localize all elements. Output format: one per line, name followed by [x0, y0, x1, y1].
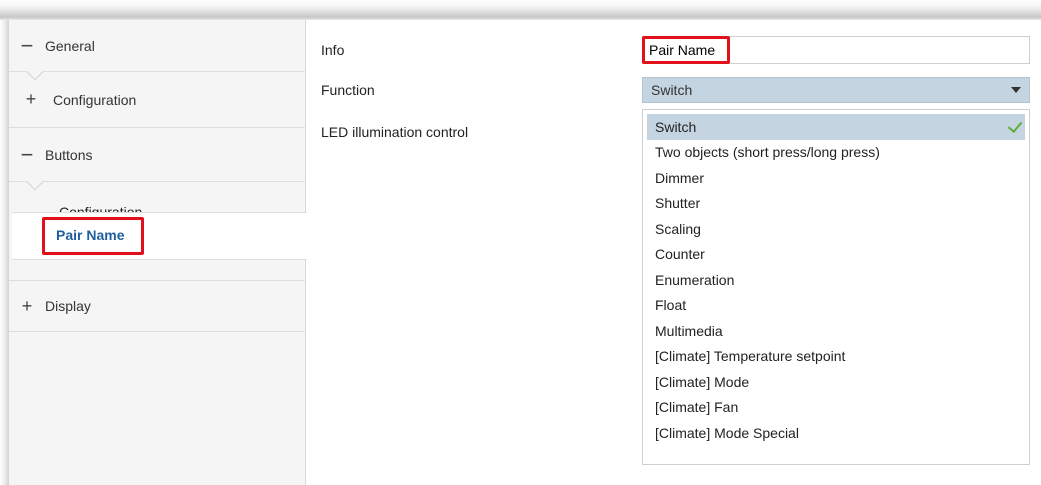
- function-option[interactable]: Shutter: [647, 191, 1025, 217]
- tree-item-buttons[interactable]: − Buttons: [9, 128, 306, 182]
- collapse-icon[interactable]: −: [9, 143, 45, 165]
- function-option[interactable]: [Climate] Mode: [647, 369, 1025, 395]
- tree-item-pair-name-label: Pair Name: [56, 227, 125, 243]
- window-top-shadow: [0, 0, 1041, 20]
- parameter-panel: Info Function LED illumination control S…: [307, 20, 1041, 485]
- info-label: Info: [321, 42, 345, 58]
- function-option[interactable]: Multimedia: [647, 318, 1025, 344]
- function-option[interactable]: Scaling: [647, 216, 1025, 242]
- function-options-list: Switch Two objects (short press/long pre…: [642, 109, 1030, 465]
- tree-item-pair-name[interactable]: Pair Name: [12, 212, 307, 260]
- function-option[interactable]: Dimmer: [647, 165, 1025, 191]
- tree-item-general-label: General: [45, 37, 95, 54]
- function-option[interactable]: [Climate] Mode Special: [647, 420, 1025, 446]
- function-option[interactable]: Counter: [647, 242, 1025, 268]
- tree-item-general-configuration[interactable]: + Configuration: [9, 72, 306, 128]
- window-left-shadow: [0, 20, 9, 485]
- tree-item-display-label: Display: [45, 298, 91, 314]
- expand-icon[interactable]: +: [9, 89, 53, 110]
- function-select-value: Switch: [651, 82, 693, 98]
- collapse-icon[interactable]: −: [9, 34, 45, 56]
- function-option[interactable]: Switch: [647, 114, 1025, 140]
- tree-item-display[interactable]: + Display: [9, 280, 306, 332]
- checkmark-icon: [1007, 117, 1023, 134]
- function-option[interactable]: [Climate] Temperature setpoint: [647, 344, 1025, 370]
- function-label: Function: [321, 82, 375, 98]
- expand-icon[interactable]: +: [9, 296, 45, 317]
- led-illumination-label: LED illumination control: [321, 124, 469, 140]
- function-select[interactable]: Switch: [642, 77, 1030, 103]
- function-option[interactable]: Two objects (short press/long press): [647, 140, 1025, 166]
- info-input[interactable]: [642, 36, 1030, 64]
- function-option[interactable]: [Climate] Fan: [647, 395, 1025, 421]
- function-option[interactable]: Float: [647, 293, 1025, 319]
- chevron-down-icon[interactable]: [1011, 87, 1021, 93]
- function-option[interactable]: Enumeration: [647, 267, 1025, 293]
- tree-item-general[interactable]: − General: [9, 20, 306, 72]
- tree-item-general-configuration-label: Configuration: [53, 91, 137, 108]
- tree-item-buttons-label: Buttons: [45, 146, 93, 163]
